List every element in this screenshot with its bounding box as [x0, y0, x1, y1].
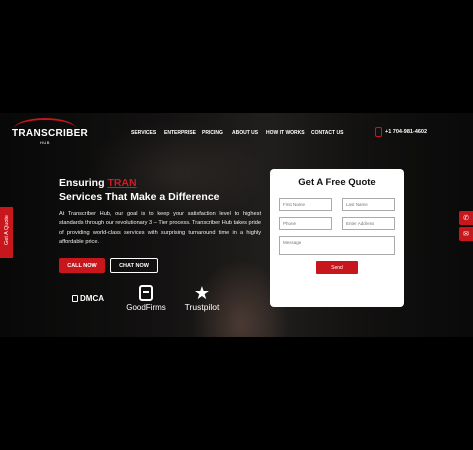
chat-icon: ✉ [463, 231, 469, 238]
dmca-text: DMCA [80, 294, 104, 303]
phone-icon [375, 127, 382, 137]
star-icon: ★ [193, 283, 211, 303]
whatsapp-button[interactable]: ✆ [459, 211, 473, 225]
logo-subtext: HUB [40, 140, 50, 145]
hero-title-accent: TRAN [107, 177, 137, 189]
form-title: Get A Free Quote [298, 177, 376, 188]
get-a-quote-label: Get A Quote [4, 215, 10, 245]
header-phone[interactable]: +1 704-981-4602 [375, 127, 427, 137]
send-button[interactable]: Send [316, 261, 358, 274]
phone-field[interactable]: Phone [279, 217, 332, 230]
logo-text: TRANSCRIBER [12, 128, 89, 139]
last-name-field[interactable]: Last Name [342, 198, 395, 211]
lock-icon [72, 295, 78, 302]
hero-title-prefix: Ensuring [59, 177, 105, 189]
message-field[interactable]: Message [279, 236, 395, 255]
email-field[interactable]: Enter Address [342, 217, 395, 230]
chat-now-button[interactable]: CHAT NOW [110, 258, 158, 273]
goodfirms-icon [139, 285, 153, 301]
call-now-button[interactable]: CALL NOW [59, 258, 105, 273]
nav-contact-us[interactable]: CONTACT US [311, 130, 343, 136]
trustpilot-text: Trustpilot [184, 302, 220, 312]
letterbox-bottom [0, 337, 473, 450]
hero-paragraph: At Transcriber Hub, our goal is to keep … [59, 211, 261, 246]
goodfirms-badge[interactable]: GoodFirms [124, 285, 168, 312]
nav-how-it-works[interactable]: HOW IT WORKS [266, 130, 305, 136]
quote-form: Get A Free Quote First Name Last Name Ph… [270, 169, 404, 307]
nav-about-us[interactable]: ABOUT US [232, 130, 258, 136]
nav-enterprise[interactable]: ENTERPRISE [164, 130, 196, 136]
letterbox-top [0, 0, 473, 113]
get-a-quote-tab[interactable]: Get A Quote [0, 207, 13, 258]
nav-pricing[interactable]: PRICING [202, 130, 223, 136]
nav-services[interactable]: SERVICES [131, 130, 156, 136]
chat-button[interactable]: ✉ [459, 227, 473, 241]
hero-title: Ensuring TRAN [59, 177, 137, 189]
dmca-badge[interactable]: DMCA [72, 294, 104, 303]
hero-title-line2: Services That Make a Difference [59, 191, 220, 203]
first-name-field[interactable]: First Name [279, 198, 332, 211]
phone-number: +1 704-981-4602 [385, 129, 428, 135]
trustpilot-badge[interactable]: ★ Trustpilot [180, 284, 224, 312]
goodfirms-text: GoodFirms [126, 303, 166, 312]
whatsapp-icon: ✆ [463, 215, 469, 222]
